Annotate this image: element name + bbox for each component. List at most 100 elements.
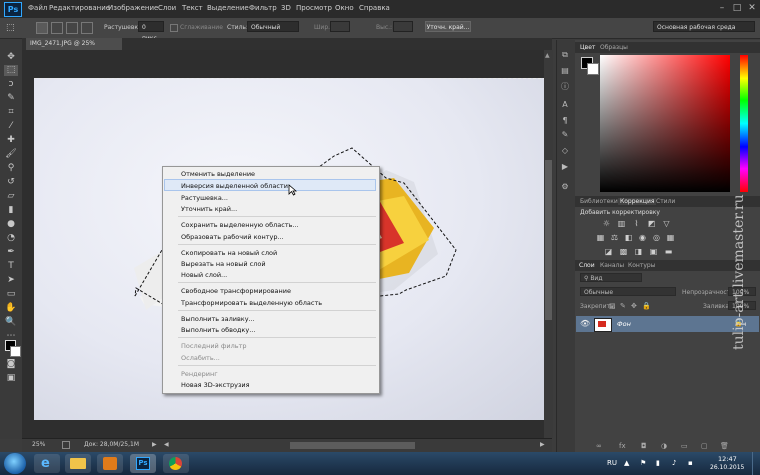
lock-position-icon[interactable]: ✥ bbox=[631, 302, 637, 310]
shape-tool-icon[interactable]: ▭ bbox=[4, 289, 18, 300]
subtract-selection-icon[interactable] bbox=[66, 22, 78, 34]
menu-item-save-selection[interactable]: Сохранить выделенную область... bbox=[181, 221, 299, 229]
new-adjustment-layer-icon[interactable]: ◑ bbox=[661, 442, 667, 450]
menu-layers[interactable]: Слои bbox=[158, 4, 176, 12]
scroll-right-icon[interactable]: ▶ bbox=[540, 441, 545, 448]
tab-channels[interactable]: Каналы bbox=[600, 262, 624, 269]
vertical-scroll-thumb[interactable] bbox=[545, 160, 552, 320]
style-select[interactable]: Обычный bbox=[247, 21, 299, 32]
menu-view[interactable]: Просмотр bbox=[296, 4, 332, 12]
scroll-up-icon[interactable]: ▲ bbox=[545, 52, 552, 59]
dodge-tool-icon[interactable]: ◔ bbox=[4, 233, 18, 244]
menu-item-stroke[interactable]: Выполнить обводку... bbox=[181, 326, 255, 334]
posterize-icon[interactable]: ▩ bbox=[619, 247, 628, 256]
photoshop-logo[interactable]: Ps bbox=[4, 2, 22, 17]
clock-date[interactable]: 26.10.2015 bbox=[710, 464, 744, 471]
taskbar-media[interactable] bbox=[97, 454, 123, 473]
menu-item-deselect[interactable]: Отменить выделение bbox=[181, 170, 255, 178]
taskbar-ie[interactable]: e bbox=[34, 454, 60, 473]
curves-icon[interactable]: ⌇ bbox=[632, 219, 641, 228]
taskbar-explorer[interactable] bbox=[65, 454, 91, 473]
menu-help[interactable]: Справка bbox=[359, 4, 390, 12]
menu-item-select-inverse[interactable]: Инверсия выделенной области bbox=[181, 182, 288, 190]
taskbar-chrome[interactable] bbox=[163, 454, 189, 473]
new-group-icon[interactable]: ▭ bbox=[681, 442, 688, 450]
share-icon[interactable] bbox=[62, 441, 70, 449]
properties-panel-icon[interactable]: ▤ bbox=[560, 66, 570, 76]
path-select-tool-icon[interactable]: ➤ bbox=[4, 275, 18, 286]
refine-edge-button[interactable]: Уточн. край... bbox=[425, 21, 471, 32]
brush-panel-icon[interactable]: ✎ bbox=[560, 130, 570, 140]
menu-item-layer-via-cut[interactable]: Вырезать на новый слой bbox=[181, 260, 266, 268]
tray-volume-icon[interactable]: ♪ bbox=[672, 459, 676, 467]
menu-type[interactable]: Текст bbox=[182, 4, 203, 12]
history-panel-icon[interactable]: ⧉ bbox=[560, 50, 570, 60]
menu-item-refine-edge[interactable]: Уточнить край... bbox=[181, 205, 237, 213]
threshold-icon[interactable]: ◨ bbox=[634, 247, 643, 256]
color-background-swatch[interactable] bbox=[587, 63, 599, 75]
tab-layers[interactable]: Слои bbox=[579, 262, 595, 269]
hand-tool-icon[interactable]: ✋ bbox=[4, 303, 18, 314]
layer-name[interactable]: Фон bbox=[617, 320, 631, 328]
lasso-tool-icon[interactable]: ↄ bbox=[4, 79, 18, 90]
eraser-tool-icon[interactable]: ▱ bbox=[4, 191, 18, 202]
selective-color-icon[interactable]: ▣ bbox=[649, 247, 658, 256]
clock-time[interactable]: 12:47 bbox=[718, 455, 737, 463]
tray-power-icon[interactable]: ▪ bbox=[688, 459, 693, 467]
lock-all-icon[interactable]: 🔒 bbox=[642, 302, 651, 310]
add-selection-icon[interactable] bbox=[51, 22, 63, 34]
lock-transparency-icon[interactable]: ▨ bbox=[609, 302, 616, 310]
clone-stamp-tool-icon[interactable]: ⚲ bbox=[4, 163, 18, 174]
history-brush-tool-icon[interactable]: ↺ bbox=[4, 177, 18, 188]
delete-layer-icon[interactable]: 🗑 bbox=[720, 442, 729, 450]
background-color-swatch[interactable] bbox=[10, 346, 21, 357]
menu-edit[interactable]: Редактирование bbox=[49, 4, 110, 12]
layer-filter-select[interactable]: ⚲ Вид bbox=[580, 273, 642, 282]
color-balance-icon[interactable]: ⚖ bbox=[610, 233, 619, 242]
menu-filter[interactable]: Фильтр bbox=[249, 4, 277, 12]
height-input[interactable] bbox=[393, 21, 413, 32]
screen-mode-icon[interactable]: ▣ bbox=[4, 373, 18, 384]
new-layer-icon[interactable]: ▢ bbox=[701, 442, 708, 450]
tab-swatches[interactable]: Образцы bbox=[600, 44, 628, 51]
gradient-map-icon[interactable]: ▬ bbox=[664, 247, 673, 256]
link-layers-icon[interactable]: ∞ bbox=[596, 442, 602, 450]
tray-flag-icon[interactable]: ⚑ bbox=[640, 459, 646, 467]
hue-saturation-icon[interactable]: ▦ bbox=[596, 233, 605, 242]
menu-item-transform-selection[interactable]: Трансформировать выделенную область bbox=[181, 299, 322, 307]
character-panel-icon[interactable]: A bbox=[560, 100, 570, 110]
menu-item-make-work-path[interactable]: Образовать рабочий контур... bbox=[181, 233, 284, 241]
document-tab[interactable]: IMG_2471.JPG @ 25% (RGB/8*) × bbox=[26, 38, 122, 59]
channel-mixer-icon[interactable]: ◎ bbox=[652, 233, 661, 242]
layer-style-icon[interactable]: fx bbox=[619, 442, 626, 450]
lock-pixels-icon[interactable]: ✎ bbox=[620, 302, 626, 310]
vibrance-icon[interactable]: ▽ bbox=[662, 219, 671, 228]
pen-tool-icon[interactable]: ✒ bbox=[4, 247, 18, 258]
tool-presets-icon[interactable]: ⚙ bbox=[560, 182, 570, 192]
photo-filter-icon[interactable]: ◉ bbox=[638, 233, 647, 242]
zoom-tool-icon[interactable]: 🔍 bbox=[4, 317, 18, 328]
menu-item-new-layer[interactable]: Новый слой... bbox=[181, 271, 227, 279]
close-window-button[interactable]: ✕ bbox=[746, 3, 758, 14]
info-panel-icon[interactable]: ⓘ bbox=[560, 82, 570, 92]
levels-icon[interactable]: ▥ bbox=[617, 219, 626, 228]
menu-item-free-transform[interactable]: Свободное трансформирование bbox=[181, 287, 291, 295]
tab-libraries[interactable]: Библиотеки bbox=[580, 198, 618, 205]
color-picker-field[interactable] bbox=[600, 55, 730, 192]
brightness-contrast-icon[interactable]: ☼ bbox=[602, 219, 611, 228]
eyedropper-tool-icon[interactable]: ⁄ bbox=[4, 121, 18, 132]
marquee-preset-icon[interactable]: ⬚ bbox=[6, 22, 20, 34]
tab-color[interactable]: Цвет bbox=[580, 44, 595, 51]
menu-item-layer-via-copy[interactable]: Скопировать на новый слой bbox=[181, 249, 277, 257]
menu-window[interactable]: Окно bbox=[335, 4, 354, 12]
taskbar-photoshop[interactable]: Ps bbox=[130, 454, 156, 473]
minimize-button[interactable]: – bbox=[716, 3, 728, 14]
black-white-icon[interactable]: ◧ bbox=[624, 233, 633, 242]
menu-file[interactable]: Файл bbox=[28, 4, 47, 12]
horizontal-scroll-thumb[interactable] bbox=[290, 442, 415, 449]
actions-panel-icon[interactable]: ▶ bbox=[560, 162, 570, 172]
brush-tool-icon[interactable]: 🖌 bbox=[4, 149, 18, 160]
hue-slider[interactable] bbox=[740, 55, 748, 192]
quick-select-tool-icon[interactable]: ✎ bbox=[4, 93, 18, 104]
type-tool-icon[interactable]: T bbox=[4, 261, 18, 272]
